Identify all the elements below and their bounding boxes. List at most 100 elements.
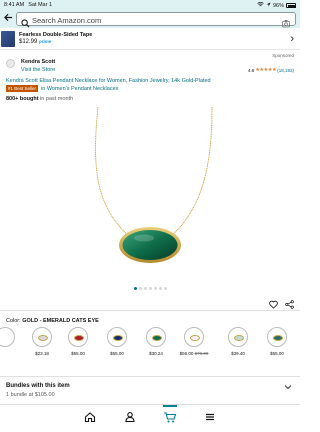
heart-icon[interactable] (269, 296, 278, 314)
swatch-necklace-image (184, 327, 204, 347)
image-actions (269, 296, 294, 314)
visit-store-link[interactable]: Visit the Store (21, 67, 55, 73)
page-dot[interactable] (148, 287, 152, 290)
bundles-subtitle: 1 bundle at $105.00 (6, 392, 55, 398)
page-dot[interactable] (143, 287, 147, 290)
swatch-stone (38, 335, 48, 341)
promo-title: Fearless Double-Sided Tape (19, 32, 93, 38)
wifi-icon (257, 1, 264, 9)
battery-icon (286, 3, 296, 8)
swatch-necklace-image (146, 327, 166, 347)
best-seller-category[interactable]: in Women's Pendant Necklaces (41, 86, 118, 92)
bought-count: 800+ bought (6, 96, 39, 102)
swatch-price-value: $56.00 (179, 351, 194, 356)
swatch-price: $55.00 (262, 351, 292, 356)
swatch-price-value: $39.40 (231, 351, 245, 356)
color-selected: GOLD - EMERALD CATS EYE (22, 318, 99, 324)
swatch-necklace-image (0, 327, 15, 347)
image-pagination[interactable] (0, 287, 300, 290)
star-rating-icon: ★★★★★ (255, 67, 277, 73)
swatch-price: $39.40 (223, 351, 253, 356)
page-dot[interactable] (133, 287, 137, 290)
bought-period: in past month (38, 96, 74, 102)
divider (0, 376, 300, 377)
bought-in-past-month: 800+ bought in past month (6, 96, 73, 102)
color-swatch[interactable]: $39.40 (223, 326, 253, 356)
swatch-stone (273, 335, 283, 341)
swatch-price-value: $55.00 (71, 351, 85, 356)
promo-price: $12.99 prime (19, 39, 51, 45)
swatch-price: $56.00 $70.00 (179, 351, 209, 356)
necklace-image (95, 106, 213, 263)
swatch-necklace-image (68, 327, 88, 347)
swatch-price: $30.24 (141, 351, 171, 356)
status-bar: 8:41 AM Sat Mar 1 96% (0, 0, 300, 10)
brand-logo (6, 59, 15, 68)
sponsored-product-strip[interactable]: Fearless Double-Sided Tape $12.99 prime … (0, 28, 300, 50)
rating-count: (18,193) (277, 67, 294, 73)
location-icon (266, 2, 271, 9)
color-swatch-partial[interactable] (0, 326, 20, 347)
best-seller-row[interactable]: #1 Best Seller in Women's Pendant Neckla… (6, 85, 118, 92)
product-title: Kendra Scott Elisa Pendant Necklace for … (6, 78, 211, 84)
active-tab-indicator (163, 405, 177, 407)
promo-price-value: $12.99 (19, 39, 38, 45)
chevron-right-icon: › (290, 33, 294, 45)
prime-logo: prime (39, 39, 52, 44)
search-placeholder: Search Amazon.com (32, 15, 102, 25)
color-swatch[interactable]: $23.18 (27, 326, 57, 356)
home-icon[interactable] (83, 410, 97, 424)
search-input[interactable]: Search Amazon.com (16, 12, 296, 28)
bundles-title: Bundles with this item (6, 383, 70, 389)
brand-name: Kendra Scott (21, 59, 56, 65)
swatch-old-price: $70.00 (194, 351, 209, 356)
bottom-tab-bar (0, 404, 300, 432)
swatch-price-value: $30.24 (149, 351, 163, 356)
product-image[interactable] (0, 105, 300, 290)
page-dot[interactable] (153, 287, 157, 290)
swatch-necklace-image (228, 327, 248, 347)
swatch-necklace-image (107, 327, 127, 347)
chevron-down-icon[interactable] (284, 383, 292, 392)
color-label: Color: GOLD - EMERALD CATS EYE (6, 318, 99, 324)
swatch-price-value: $55.00 (270, 351, 284, 356)
battery-percent: 96% (272, 2, 284, 9)
menu-icon[interactable] (203, 410, 217, 424)
status-date: Sat Mar 1 (28, 2, 53, 8)
swatch-price: $55.00 (63, 351, 93, 356)
swatch-stone (113, 335, 123, 341)
search-bar: Search Amazon.com (0, 10, 300, 28)
cart-icon[interactable] (163, 410, 177, 424)
divider (0, 310, 300, 311)
promo-product-thumbnail (1, 31, 15, 47)
brand-row: Kendra Scott Visit the Store 4.6 ★★★★★ (… (0, 58, 300, 76)
swatch-stone (74, 335, 84, 341)
page-dot[interactable] (158, 287, 162, 290)
swatch-necklace-image (32, 327, 52, 347)
swatch-price: $55.00 (102, 351, 132, 356)
color-label-prefix: Color: (6, 318, 21, 324)
swatch-stone (152, 335, 162, 341)
best-seller-badge: #1 Best Seller (6, 85, 39, 92)
share-icon[interactable] (285, 296, 294, 314)
page-dot[interactable] (138, 287, 142, 290)
account-icon[interactable] (123, 410, 137, 424)
page-dot[interactable] (163, 287, 167, 290)
swatch-necklace-image (267, 327, 287, 347)
swatch-stone (190, 335, 200, 341)
rating-value: 4.6 (248, 67, 255, 73)
swatch-price-value: $55.00 (110, 351, 124, 356)
back-arrow-icon[interactable] (4, 13, 13, 26)
color-swatch[interactable]: $30.24 (141, 326, 171, 356)
swatch-price-value: $23.18 (35, 351, 49, 356)
rating-summary[interactable]: 4.6 ★★★★★ (18,193) (248, 67, 294, 73)
bundles-section[interactable]: Bundles with this item 1 bundle at $105.… (0, 378, 300, 404)
swatch-price: $23.18 (27, 351, 57, 356)
color-swatch[interactable]: $55.00 (102, 326, 132, 356)
color-swatch[interactable]: $55.00 (63, 326, 93, 356)
status-time: 8:41 AM (4, 2, 25, 8)
swatch-stone (234, 335, 244, 341)
color-swatch[interactable]: $55.00 (262, 326, 292, 356)
color-swatches: $23.18 $55.00 $55.00 $30.24 $56.00 $70.00 $39… (0, 326, 300, 368)
color-swatch[interactable]: $56.00 $70.00 (179, 326, 209, 356)
